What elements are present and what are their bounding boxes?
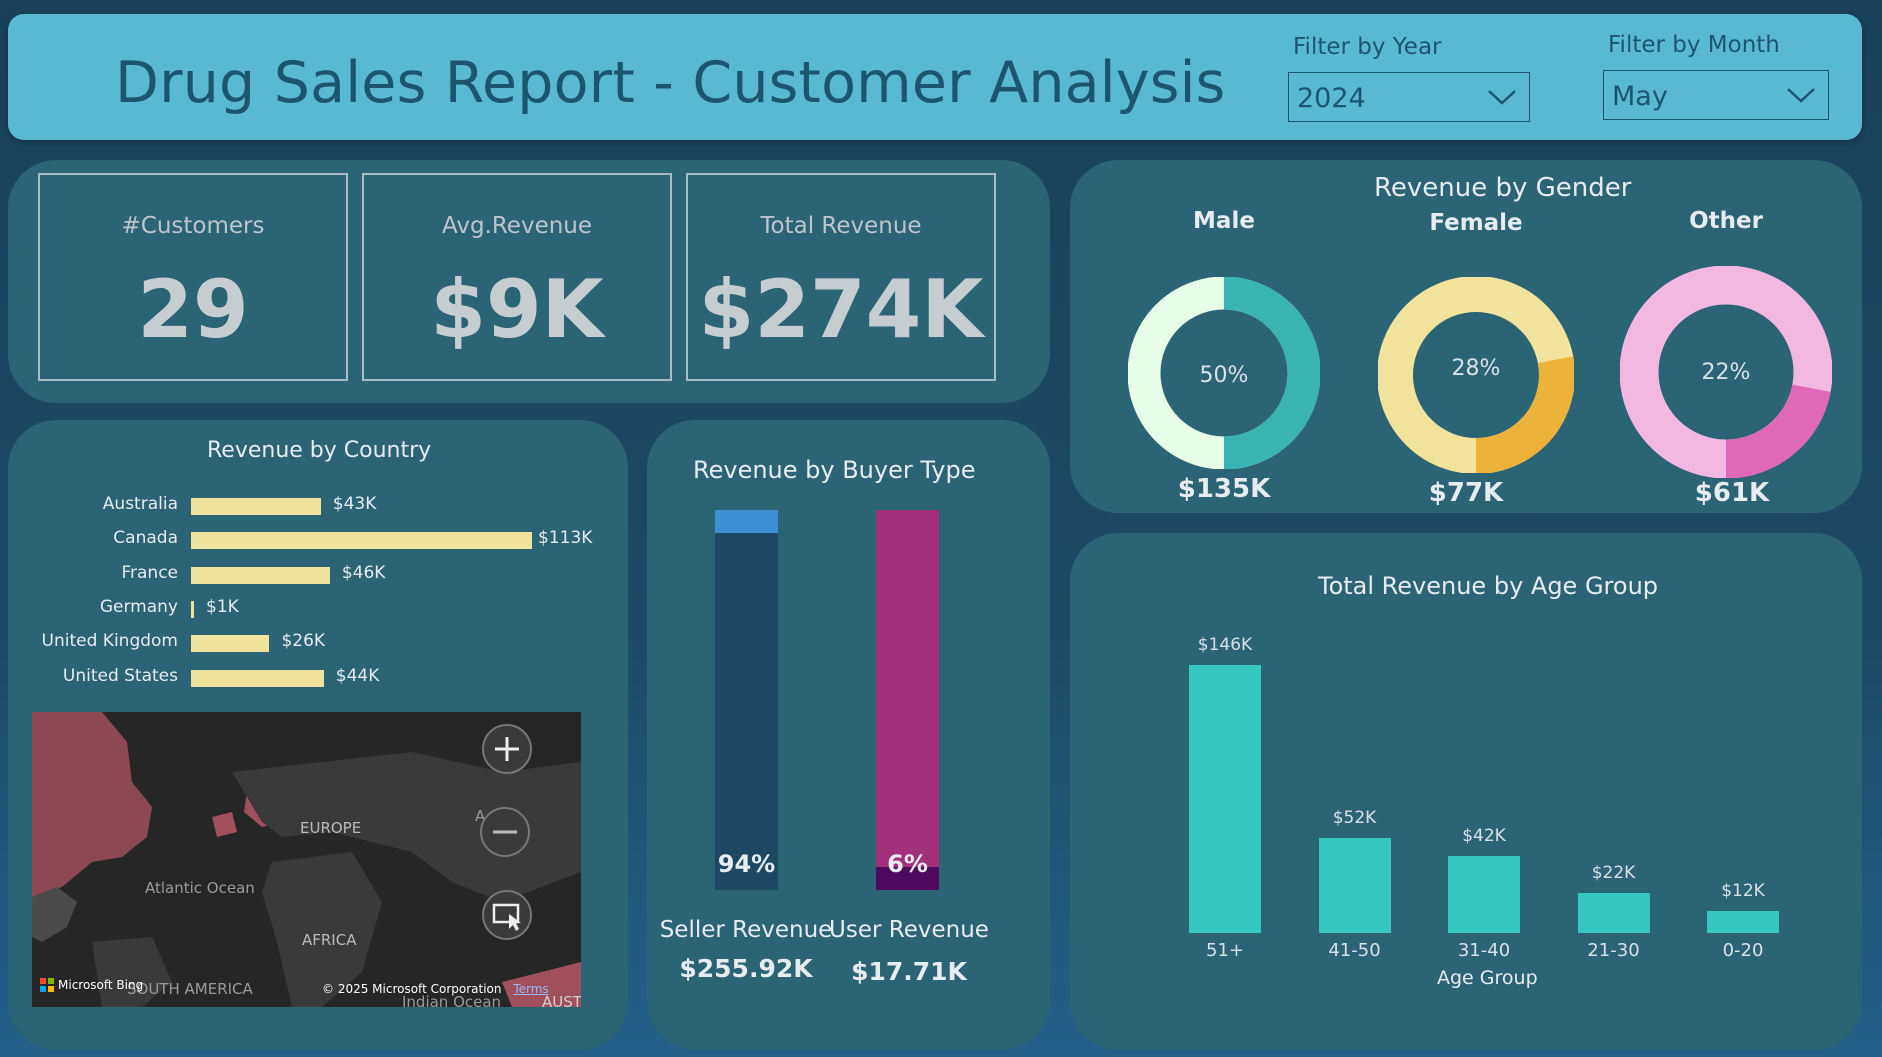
age-value-label: $12K (1721, 880, 1765, 901)
page-title: Drug Sales Report - Customer Analysis (115, 50, 1226, 116)
age-category-label: 21-30 (1587, 940, 1640, 961)
gender-value-male: $135K (1177, 474, 1271, 504)
gender-value-other: $61K (1694, 478, 1770, 508)
age-axis-label: Age Group (1437, 967, 1538, 989)
map-label-south-america: SOUTH AMERICA (127, 980, 253, 998)
age-bar[interactable] (1707, 910, 1779, 933)
age-bar[interactable] (1577, 892, 1650, 933)
header-bar: Drug Sales Report - Customer Analysis Fi… (8, 14, 1862, 140)
filter-year-label: Filter by Year (1293, 34, 1442, 60)
kpi-value: $9K (430, 263, 604, 356)
donut-male[interactable]: 50% (1128, 277, 1320, 469)
buyer-bar-remainder[interactable] (876, 510, 939, 868)
gender-label-other: Other (1689, 208, 1763, 234)
country-label: Canada (113, 528, 178, 549)
chevron-down-icon (1787, 88, 1815, 103)
map-brand: Microsoft Bing (40, 978, 143, 992)
world-map[interactable]: EUROPE Atlantic Ocean AFRICA SOUTH AMERI… (32, 712, 581, 1007)
map-zoom-out-button[interactable] (480, 807, 530, 857)
age-category-label: 51+ (1206, 940, 1244, 961)
country-title: Revenue by Country (207, 438, 432, 463)
country-value: $44K (335, 665, 380, 686)
map-zoom-in-button[interactable] (482, 724, 532, 774)
map-copyright-text: © 2025 Microsoft Corporation (322, 982, 502, 996)
kpi-customers: #Customers 29 (38, 173, 348, 381)
donut-female[interactable]: 28% (1378, 277, 1574, 473)
buyer-title: Revenue by Buyer Type (693, 456, 976, 484)
gender-label-male: Male (1193, 208, 1255, 234)
buyer-bar-remainder[interactable] (715, 510, 778, 533)
map-select-button[interactable] (482, 890, 532, 940)
buyer-pct: 94% (717, 850, 776, 878)
chevron-down-icon (1488, 90, 1516, 105)
age-chart-title: Total Revenue by Age Group (1318, 572, 1659, 600)
country-value: $43K (332, 494, 377, 514)
country-label: France (121, 562, 178, 583)
map-label-africa: AFRICA (302, 931, 357, 949)
age-bar[interactable] (1448, 855, 1520, 933)
country-label: Germany (99, 596, 178, 617)
map-terms-link[interactable]: Terms (513, 982, 548, 996)
age-category-label: 31-40 (1457, 940, 1511, 961)
age-value-label: $52K (1332, 807, 1377, 828)
buyer-bar[interactable] (715, 532, 778, 890)
country-bar[interactable] (191, 600, 195, 618)
kpi-total-revenue: Total Revenue $274K (686, 173, 996, 381)
filter-month-value: May (1612, 81, 1668, 112)
country-value: $46K (341, 562, 386, 583)
buyer-value-seller: $255.92K (679, 954, 813, 983)
age-value-label: $146K (1197, 635, 1253, 655)
country-bar[interactable] (191, 498, 321, 515)
filter-year-dropdown[interactable]: 2024 (1288, 72, 1530, 122)
donut-pct: 22% (1702, 360, 1751, 385)
country-bar[interactable] (191, 635, 270, 653)
kpi-avg-revenue: Avg.Revenue $9K (362, 173, 672, 381)
kpi-value: $274K (698, 263, 984, 356)
microsoft-logo-icon (40, 978, 54, 992)
age-bar[interactable] (1318, 837, 1391, 933)
country-label: United Kingdom (41, 631, 178, 652)
map-label-atlantic: Atlantic Ocean (145, 879, 255, 897)
age-category-label: 0-20 (1722, 940, 1764, 961)
filter-month-label: Filter by Month (1608, 32, 1780, 58)
gender-label-female: Female (1429, 210, 1523, 236)
donut-pct: 50% (1200, 363, 1249, 388)
map-brand-text: Microsoft Bing (58, 978, 144, 992)
buyer-label-user: User Revenue (829, 917, 989, 943)
filter-year-value: 2024 (1297, 83, 1366, 114)
select-area-icon (492, 903, 521, 931)
kpi-label: Total Revenue (760, 213, 922, 239)
kpi-label: #Customers (121, 213, 265, 239)
buyer-pct: 6% (887, 850, 928, 878)
country-value: $26K (281, 631, 326, 652)
donut-other[interactable]: 22% (1620, 266, 1832, 478)
country-bar[interactable] (191, 532, 532, 550)
buyer-value-user: $17.71K (851, 957, 967, 986)
gender-title: Revenue by Gender (1374, 173, 1632, 203)
donut-pct: 28% (1452, 356, 1501, 381)
country-label: United States (62, 665, 178, 686)
age-bar[interactable] (1189, 665, 1261, 933)
country-value: $1K (206, 596, 239, 617)
age-value-label: $42K (1462, 825, 1506, 846)
age-value-label: $22K (1591, 862, 1636, 883)
map-label-europe: EUROPE (300, 819, 362, 837)
map-copyright: © 2025 Microsoft Corporation Terms (322, 982, 549, 996)
buyer-label-seller: Seller Revenue (659, 917, 833, 943)
country-bar[interactable] (191, 566, 330, 584)
plus-icon (495, 737, 519, 761)
country-bar[interactable] (191, 669, 324, 687)
gender-value-female: $77K (1428, 478, 1504, 508)
minus-icon (493, 830, 517, 834)
filter-month-dropdown[interactable]: May (1603, 70, 1829, 120)
kpi-value: 29 (137, 263, 249, 356)
country-value: $113K (538, 528, 593, 549)
country-label: Australia (102, 494, 178, 514)
kpi-label: Avg.Revenue (441, 213, 593, 239)
age-category-label: 41-50 (1328, 940, 1381, 961)
